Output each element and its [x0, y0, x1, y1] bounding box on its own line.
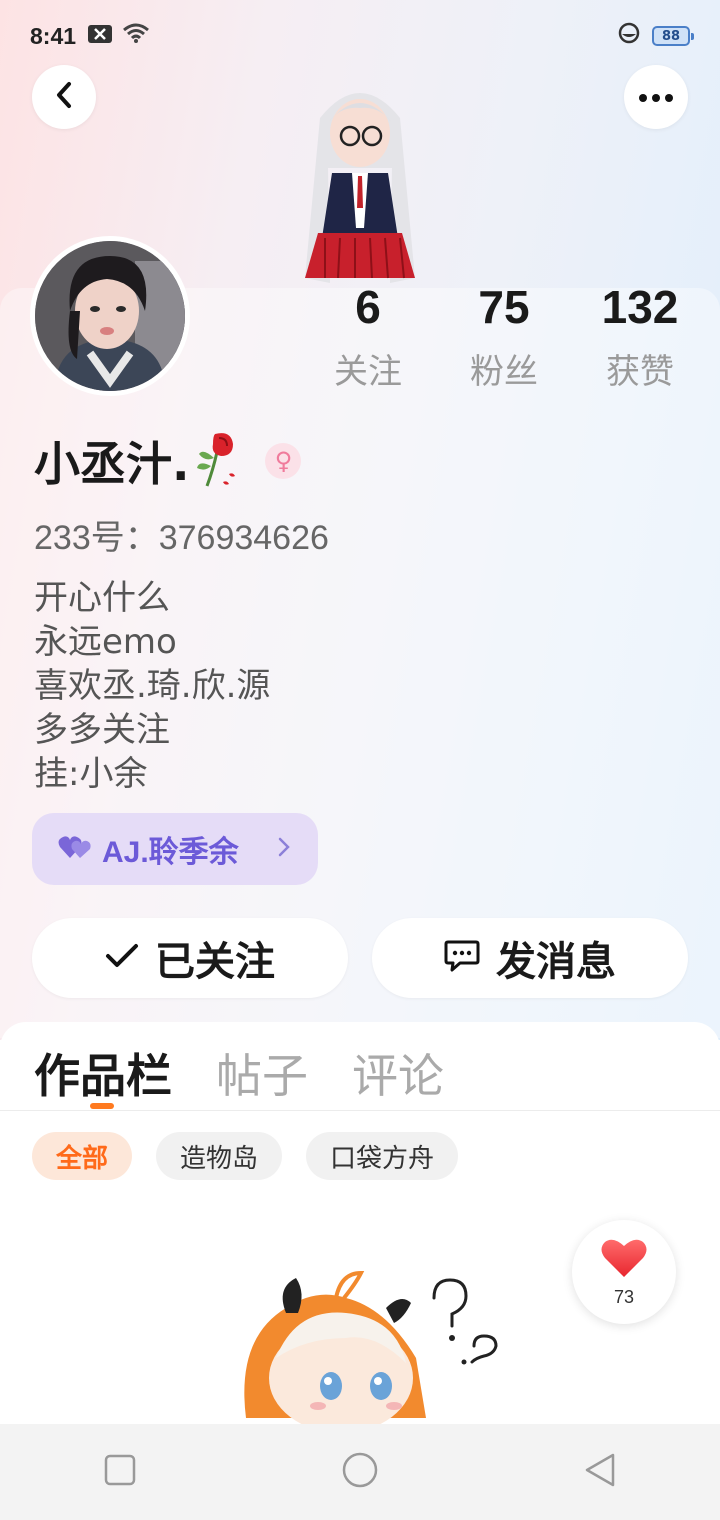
bio: 开心什么 永远emo 喜欢丞.琦.欣.源 多多关注 挂:小余 [34, 576, 270, 796]
system-back-button[interactable] [570, 1442, 630, 1502]
empty-state-mascot-illustration [236, 1268, 516, 1433]
do-not-disturb-icon [618, 22, 640, 50]
status-bar: 8:41 88 [0, 0, 720, 72]
back-button[interactable] [32, 65, 96, 129]
female-gender-icon: ♀ [265, 443, 302, 479]
user-id[interactable]: 233号：376934626 [34, 510, 329, 559]
stat-label: 获赞 [606, 352, 674, 392]
active-tab-indicator [90, 1103, 114, 1109]
triangle-back-icon [583, 1452, 617, 1492]
works-filter-chips: 全部 造物岛 口袋方舟 [32, 1132, 459, 1180]
chevron-left-icon [53, 80, 75, 114]
tab-comments[interactable]: 评论 [352, 1040, 444, 1106]
stat-value: 132 [601, 281, 679, 333]
like-count: 73 [613, 1286, 635, 1307]
username-row: 小丞汁. ♀ [34, 428, 302, 494]
more-options-button[interactable] [624, 65, 688, 129]
status-time: 8:41 [30, 22, 77, 49]
bio-line: 多多关注 [34, 710, 170, 750]
checkmark-icon [105, 943, 139, 973]
stat-label: 粉丝 [470, 352, 538, 392]
following-label: 已关注 [155, 939, 275, 985]
square-icon [104, 1454, 136, 1490]
close-friend-tag[interactable]: AJ.聆季余 [32, 813, 318, 885]
profile-tabs: 作品栏 帖子 评论 [34, 1040, 444, 1106]
username: 小丞汁. [34, 437, 190, 491]
send-message-button[interactable]: 发消息 [372, 918, 688, 998]
character-avatar-illustration [280, 78, 440, 293]
recent-apps-button[interactable] [90, 1442, 150, 1502]
tab-posts[interactable]: 帖子 [216, 1040, 308, 1106]
stat-following[interactable]: 6 关注 [300, 278, 436, 393]
more-horizontal-icon [638, 88, 674, 107]
send-message-label: 发消息 [496, 939, 616, 985]
tab-works[interactable]: 作品栏 [34, 1040, 172, 1106]
rose-icon [193, 430, 243, 492]
heart-icon [600, 1237, 648, 1283]
stat-value: 75 [478, 281, 530, 333]
stat-followers[interactable]: 75 粉丝 [436, 278, 572, 393]
filter-chip-all[interactable]: 全部 [32, 1132, 133, 1180]
notification-x-icon [88, 24, 113, 49]
wifi-icon [122, 22, 150, 50]
filter-chip-creation-island[interactable]: 造物岛 [156, 1132, 283, 1180]
following-button[interactable]: 已关注 [32, 918, 348, 998]
profile-stats: 6 关注 75 粉丝 132 获赞 [300, 278, 710, 393]
filter-chip-pocket-ark[interactable]: 口袋方舟 [306, 1132, 459, 1180]
circle-icon [341, 1451, 379, 1493]
stat-label: 关注 [334, 352, 402, 392]
bio-line: 挂:小余 [34, 754, 148, 794]
stat-likes[interactable]: 132 获赞 [572, 278, 708, 393]
bio-line: 永远emo [34, 622, 177, 662]
home-button[interactable] [330, 1442, 390, 1502]
tab-divider [0, 1110, 720, 1111]
chevron-right-icon [278, 834, 290, 864]
system-navigation-bar [0, 1424, 720, 1520]
avatar[interactable] [30, 236, 190, 396]
like-button[interactable]: 73 [572, 1220, 676, 1324]
friend-tag-label: AJ.聆季余 [102, 836, 239, 869]
bio-line: 喜欢丞.琦.欣.源 [34, 666, 271, 706]
bio-line: 开心什么 [34, 578, 170, 618]
battery-icon: 88 [652, 26, 694, 46]
double-heart-icon [58, 834, 92, 864]
stat-value: 6 [355, 281, 381, 333]
chat-bubble-icon [444, 939, 480, 977]
